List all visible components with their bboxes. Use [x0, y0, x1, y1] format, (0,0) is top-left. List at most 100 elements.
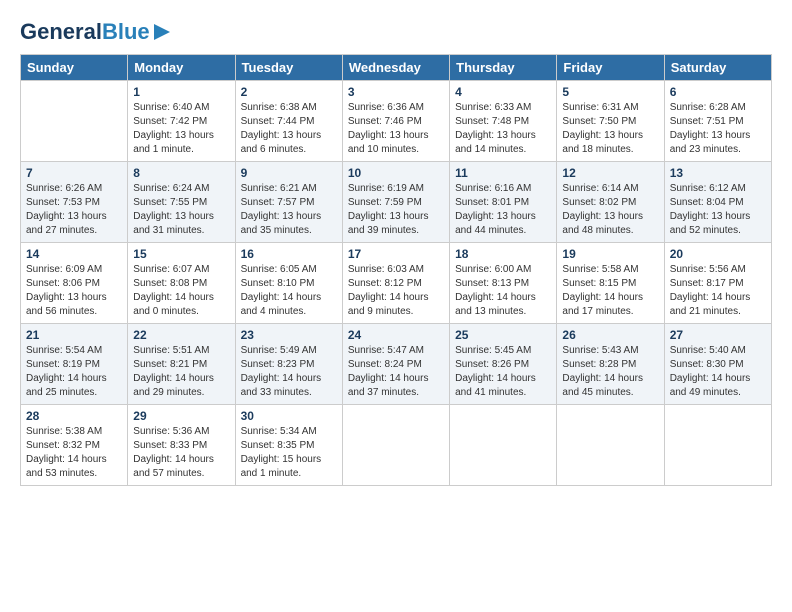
- calendar-cell: 14 Sunrise: 6:09 AM Sunset: 8:06 PM Dayli…: [21, 243, 128, 324]
- calendar-cell: 19 Sunrise: 5:58 AM Sunset: 8:15 PM Dayli…: [557, 243, 664, 324]
- day-number: 17: [348, 247, 444, 261]
- day-number: 18: [455, 247, 551, 261]
- calendar-week-row: 14 Sunrise: 6:09 AM Sunset: 8:06 PM Dayli…: [21, 243, 772, 324]
- cell-info: Sunrise: 5:47 AM Sunset: 8:24 PM Dayligh…: [348, 344, 444, 400]
- day-number: 27: [670, 328, 766, 342]
- calendar-header-row: SundayMondayTuesdayWednesdayThursdayFrid…: [21, 55, 772, 81]
- cell-info: Sunrise: 6:00 AM Sunset: 8:13 PM Dayligh…: [455, 263, 551, 319]
- day-number: 7: [26, 166, 122, 180]
- cell-info: Sunrise: 5:38 AM Sunset: 8:32 PM Dayligh…: [26, 425, 122, 481]
- calendar-header-sunday: Sunday: [21, 55, 128, 81]
- cell-info: Sunrise: 6:38 AM Sunset: 7:44 PM Dayligh…: [241, 101, 337, 157]
- calendar-cell: 15Sunrise: 6:07 AM Sunset: 8:08 PM Dayli…: [128, 243, 235, 324]
- day-number: 20: [670, 247, 766, 261]
- calendar-header-thursday: Thursday: [450, 55, 557, 81]
- calendar-cell: 23Sunrise: 5:49 AM Sunset: 8:23 PM Dayli…: [235, 324, 342, 405]
- logo-arrow-icon: [152, 22, 172, 42]
- day-number: 30: [241, 409, 337, 423]
- cell-info: Sunrise: 5:49 AM Sunset: 8:23 PM Dayligh…: [241, 344, 337, 400]
- calendar-header-saturday: Saturday: [664, 55, 771, 81]
- day-number: 24: [348, 328, 444, 342]
- calendar-cell: 29 Sunrise: 5:36 AM Sunset: 8:33 PM Dayli…: [128, 405, 235, 486]
- calendar-cell: 2Sunrise: 6:38 AM Sunset: 7:44 PM Daylig…: [235, 81, 342, 162]
- day-number: 29: [133, 409, 229, 423]
- day-number: 14: [26, 247, 122, 261]
- calendar-cell: 1Sunrise: 6:40 AM Sunset: 7:42 PM Daylig…: [128, 81, 235, 162]
- calendar-cell: 18 Sunrise: 6:00 AM Sunset: 8:13 PM Dayli…: [450, 243, 557, 324]
- day-number: 11: [455, 166, 551, 180]
- calendar-cell: 12 Sunrise: 6:14 AM Sunset: 8:02 PM Dayli…: [557, 162, 664, 243]
- calendar-header-wednesday: Wednesday: [342, 55, 449, 81]
- cell-info: Sunrise: 6:05 AM Sunset: 8:10 PM Dayligh…: [241, 263, 337, 319]
- day-number: 22: [133, 328, 229, 342]
- calendar-header-friday: Friday: [557, 55, 664, 81]
- day-number: 4: [455, 85, 551, 99]
- calendar-week-row: 1Sunrise: 6:40 AM Sunset: 7:42 PM Daylig…: [21, 81, 772, 162]
- day-number: 26: [562, 328, 658, 342]
- calendar-week-row: 28 Sunrise: 5:38 AM Sunset: 8:32 PM Dayli…: [21, 405, 772, 486]
- day-number: 28: [26, 409, 122, 423]
- day-number: 12: [562, 166, 658, 180]
- cell-info: Sunrise: 6:12 AM Sunset: 8:04 PM Dayligh…: [670, 182, 766, 238]
- calendar-header-monday: Monday: [128, 55, 235, 81]
- calendar-header-tuesday: Tuesday: [235, 55, 342, 81]
- cell-info: Sunrise: 5:34 AM Sunset: 8:35 PM Dayligh…: [241, 425, 337, 481]
- cell-info: Sunrise: 6:28 AM Sunset: 7:51 PM Dayligh…: [670, 101, 766, 157]
- day-number: 10: [348, 166, 444, 180]
- calendar-cell: 5 Sunrise: 6:31 AM Sunset: 7:50 PM Daylig…: [557, 81, 664, 162]
- day-number: 6: [670, 85, 766, 99]
- calendar-cell: 7 Sunrise: 6:26 AM Sunset: 7:53 PM Daylig…: [21, 162, 128, 243]
- cell-info: Sunrise: 5:45 AM Sunset: 8:26 PM Dayligh…: [455, 344, 551, 400]
- cell-info: Sunrise: 6:19 AM Sunset: 7:59 PM Dayligh…: [348, 182, 444, 238]
- calendar-table: SundayMondayTuesdayWednesdayThursdayFrid…: [20, 54, 772, 486]
- calendar-cell: 27 Sunrise: 5:40 AM Sunset: 8:30 PM Dayli…: [664, 324, 771, 405]
- cell-info: Sunrise: 5:56 AM Sunset: 8:17 PM Dayligh…: [670, 263, 766, 319]
- day-number: 25: [455, 328, 551, 342]
- cell-info: Sunrise: 5:40 AM Sunset: 8:30 PM Dayligh…: [670, 344, 766, 400]
- cell-info: Sunrise: 6:33 AM Sunset: 7:48 PM Dayligh…: [455, 101, 551, 157]
- day-number: 5: [562, 85, 658, 99]
- calendar-cell: 10 Sunrise: 6:19 AM Sunset: 7:59 PM Dayli…: [342, 162, 449, 243]
- calendar-cell: [557, 405, 664, 486]
- cell-info: Sunrise: 5:58 AM Sunset: 8:15 PM Dayligh…: [562, 263, 658, 319]
- day-number: 3: [348, 85, 444, 99]
- calendar-cell: 11Sunrise: 6:16 AM Sunset: 8:01 PM Dayli…: [450, 162, 557, 243]
- cell-info: Sunrise: 5:43 AM Sunset: 8:28 PM Dayligh…: [562, 344, 658, 400]
- calendar-cell: 13 Sunrise: 6:12 AM Sunset: 8:04 PM Dayli…: [664, 162, 771, 243]
- calendar-cell: 25 Sunrise: 5:45 AM Sunset: 8:26 PM Dayli…: [450, 324, 557, 405]
- cell-info: Sunrise: 5:36 AM Sunset: 8:33 PM Dayligh…: [133, 425, 229, 481]
- cell-info: Sunrise: 6:09 AM Sunset: 8:06 PM Dayligh…: [26, 263, 122, 319]
- cell-info: Sunrise: 6:24 AM Sunset: 7:55 PM Dayligh…: [133, 182, 229, 238]
- day-number: 16: [241, 247, 337, 261]
- cell-info: Sunrise: 6:21 AM Sunset: 7:57 PM Dayligh…: [241, 182, 337, 238]
- calendar-cell: [664, 405, 771, 486]
- calendar-cell: 20 Sunrise: 5:56 AM Sunset: 8:17 PM Dayli…: [664, 243, 771, 324]
- calendar-cell: 28 Sunrise: 5:38 AM Sunset: 8:32 PM Dayli…: [21, 405, 128, 486]
- day-number: 19: [562, 247, 658, 261]
- cell-info: Sunrise: 5:51 AM Sunset: 8:21 PM Dayligh…: [133, 344, 229, 400]
- day-number: 1: [133, 85, 229, 99]
- calendar-cell: 22 Sunrise: 5:51 AM Sunset: 8:21 PM Dayli…: [128, 324, 235, 405]
- calendar-cell: 8 Sunrise: 6:24 AM Sunset: 7:55 PM Daylig…: [128, 162, 235, 243]
- day-number: 21: [26, 328, 122, 342]
- day-number: 9: [241, 166, 337, 180]
- day-number: 13: [670, 166, 766, 180]
- calendar-cell: [21, 81, 128, 162]
- page-header: GeneralBlue: [20, 20, 772, 44]
- day-number: 8: [133, 166, 229, 180]
- calendar-cell: 9 Sunrise: 6:21 AM Sunset: 7:57 PM Daylig…: [235, 162, 342, 243]
- calendar-cell: 3 Sunrise: 6:36 AM Sunset: 7:46 PM Daylig…: [342, 81, 449, 162]
- cell-info: Sunrise: 6:03 AM Sunset: 8:12 PM Dayligh…: [348, 263, 444, 319]
- calendar-cell: 24 Sunrise: 5:47 AM Sunset: 8:24 PM Dayli…: [342, 324, 449, 405]
- calendar-week-row: 21Sunrise: 5:54 AM Sunset: 8:19 PM Dayli…: [21, 324, 772, 405]
- calendar-week-row: 7 Sunrise: 6:26 AM Sunset: 7:53 PM Daylig…: [21, 162, 772, 243]
- cell-info: Sunrise: 6:14 AM Sunset: 8:02 PM Dayligh…: [562, 182, 658, 238]
- calendar-cell: 6 Sunrise: 6:28 AM Sunset: 7:51 PM Daylig…: [664, 81, 771, 162]
- calendar-cell: 16 Sunrise: 6:05 AM Sunset: 8:10 PM Dayli…: [235, 243, 342, 324]
- calendar-cell: [450, 405, 557, 486]
- day-number: 15: [133, 247, 229, 261]
- cell-info: Sunrise: 6:31 AM Sunset: 7:50 PM Dayligh…: [562, 101, 658, 157]
- calendar-cell: 26 Sunrise: 5:43 AM Sunset: 8:28 PM Dayli…: [557, 324, 664, 405]
- cell-info: Sunrise: 6:36 AM Sunset: 7:46 PM Dayligh…: [348, 101, 444, 157]
- cell-info: Sunrise: 6:26 AM Sunset: 7:53 PM Dayligh…: [26, 182, 122, 238]
